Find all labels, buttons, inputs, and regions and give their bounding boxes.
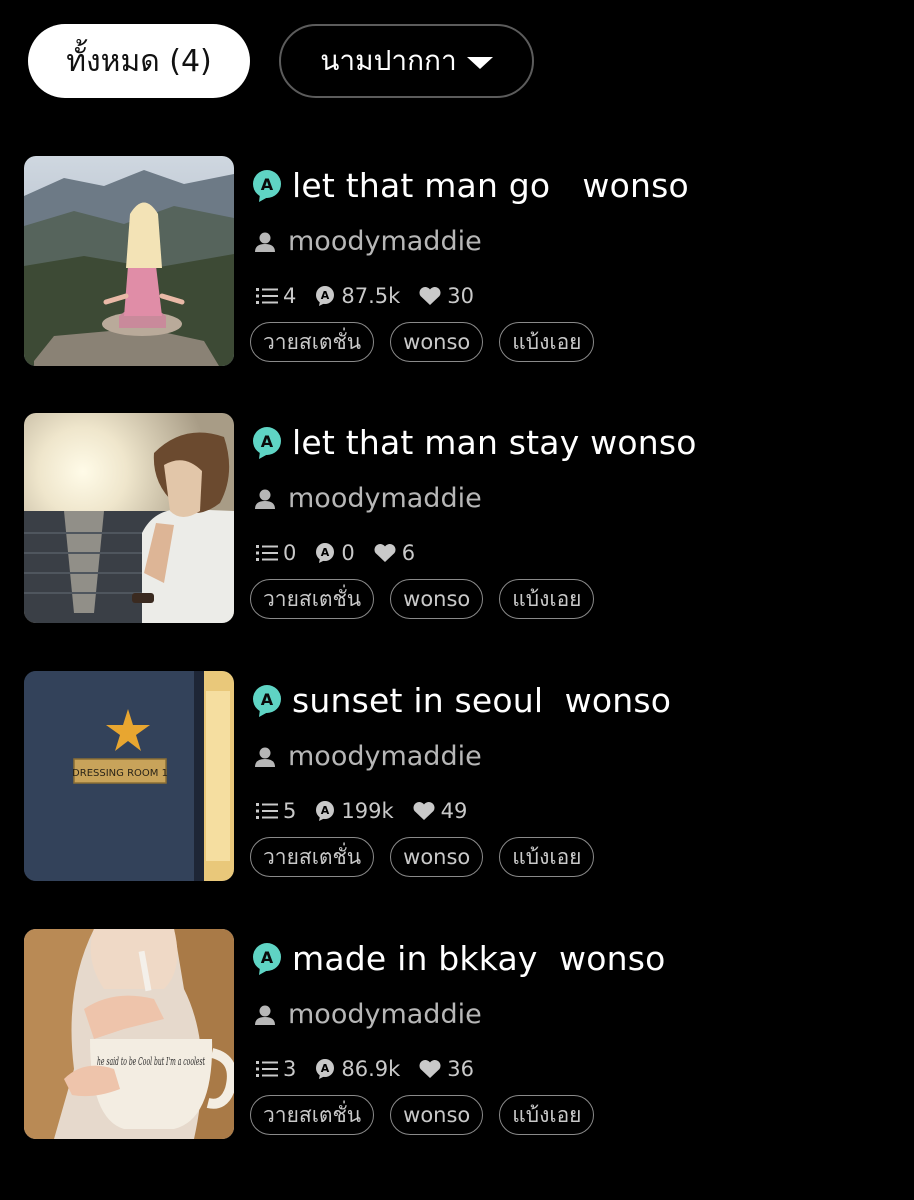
author-name: moodymaddie — [288, 483, 482, 514]
view-count: 199k — [341, 799, 394, 823]
story-info: A made in bkkay wonso moodymaddie 3 A 86… — [250, 929, 904, 1141]
chapter-count: 4 — [283, 284, 297, 308]
svg-text:A: A — [321, 546, 330, 559]
heart-icon — [413, 801, 435, 820]
tag-chip[interactable]: แบ้งเอย — [499, 579, 595, 619]
like-count: 49 — [440, 799, 468, 823]
stats-row: 0 A 0 6 — [256, 541, 427, 565]
stats-row: 5 A 199k 49 — [256, 799, 479, 823]
filter-bar: ทั้งหมด (4) นามปากกา — [28, 24, 914, 100]
person-icon — [255, 747, 275, 767]
svg-text:A: A — [261, 690, 274, 709]
svg-text:A: A — [261, 175, 274, 194]
story-info: A let that man stay wonso moodymaddie 0 — [250, 413, 904, 625]
svg-text:A: A — [321, 289, 330, 302]
author-name: moodymaddie — [288, 741, 482, 772]
list-icon — [256, 803, 278, 819]
pen-name-dropdown[interactable]: นามปากกา — [279, 24, 534, 98]
chapter-count: 0 — [283, 541, 297, 565]
tag-chip[interactable]: วายสเตชั่น — [250, 1095, 375, 1135]
story-card[interactable]: A let that man stay wonso moodymaddie 0 — [24, 413, 904, 625]
tag-chip[interactable]: วายสเตชั่น — [250, 837, 375, 877]
views-bubble-icon: A — [316, 1059, 335, 1079]
tags-row: วายสเตชั่น wonso แบ้งเอย — [250, 1095, 595, 1135]
person-icon — [255, 489, 275, 509]
tags-row: วายสเตชั่น wonso แบ้งเอย — [250, 837, 595, 877]
chapter-count: 5 — [283, 799, 297, 823]
heart-icon — [419, 286, 441, 305]
tags-row: วายสเตชั่น wonso แบ้งเอย — [250, 322, 595, 362]
author-row[interactable]: moodymaddie — [254, 483, 482, 514]
story-cover-image[interactable] — [24, 156, 234, 366]
list-icon — [256, 545, 278, 561]
view-count: 86.9k — [341, 1057, 401, 1081]
view-count: 87.5k — [341, 284, 401, 308]
stats-row: 4 A 87.5k 30 — [256, 284, 486, 308]
views-bubble-icon: A — [316, 286, 335, 306]
tag-chip[interactable]: แบ้งเอย — [499, 322, 595, 362]
story-card[interactable]: he said to be Cool but I'm a coolest A m… — [24, 929, 904, 1141]
heart-icon — [419, 1059, 441, 1078]
author-name: moodymaddie — [288, 226, 482, 257]
filter-all-chip[interactable]: ทั้งหมด (4) — [28, 24, 250, 98]
svg-text:A: A — [261, 948, 274, 967]
story-card[interactable]: DRESSING ROOM 1 A sunset in seoul wonso … — [24, 671, 904, 883]
story-cover-image[interactable] — [24, 413, 234, 623]
like-count: 36 — [447, 1057, 475, 1081]
list-icon — [256, 288, 278, 304]
story-title[interactable]: sunset in seoul wonso — [292, 681, 671, 720]
a-badge-icon: A — [250, 684, 284, 718]
tag-chip[interactable]: วายสเตชั่น — [250, 579, 375, 619]
svg-text:A: A — [321, 804, 330, 817]
story-title[interactable]: let that man go wonso — [292, 166, 689, 205]
a-badge-icon: A — [250, 942, 284, 976]
story-info: A let that man go wonso moodymaddie 4 A … — [250, 156, 904, 368]
tag-chip[interactable]: วายสเตชั่น — [250, 322, 375, 362]
like-count: 6 — [401, 541, 416, 565]
svg-text:A: A — [261, 432, 274, 451]
author-row[interactable]: moodymaddie — [254, 999, 482, 1030]
author-row[interactable]: moodymaddie — [254, 226, 482, 257]
svg-text:A: A — [321, 1062, 330, 1075]
person-icon — [255, 232, 275, 252]
a-badge-icon: A — [250, 169, 284, 203]
person-icon — [255, 1005, 275, 1025]
heart-icon — [374, 543, 396, 562]
story-cover-image[interactable]: DRESSING ROOM 1 — [24, 671, 234, 881]
views-bubble-icon: A — [316, 543, 335, 563]
cover-sign-text: DRESSING ROOM 1 — [72, 768, 168, 779]
author-row[interactable]: moodymaddie — [254, 741, 482, 772]
views-bubble-icon: A — [316, 801, 335, 821]
stats-row: 3 A 86.9k 36 — [256, 1057, 486, 1081]
list-icon — [256, 1061, 278, 1077]
story-title[interactable]: made in bkkay wonso — [292, 939, 665, 978]
story-card[interactable]: A let that man go wonso moodymaddie 4 A … — [24, 156, 904, 368]
author-name: moodymaddie — [288, 999, 482, 1030]
like-count: 30 — [447, 284, 475, 308]
tag-chip[interactable]: wonso — [390, 579, 484, 619]
view-count: 0 — [341, 541, 355, 565]
story-info: A sunset in seoul wonso moodymaddie 5 A … — [250, 671, 904, 883]
a-badge-icon: A — [250, 426, 284, 460]
tag-chip[interactable]: wonso — [390, 837, 484, 877]
tag-chip[interactable]: wonso — [390, 322, 484, 362]
story-title[interactable]: let that man stay wonso — [292, 423, 697, 462]
tag-chip[interactable]: แบ้งเอย — [499, 1095, 595, 1135]
caret-down-icon — [466, 57, 493, 69]
story-cover-image[interactable]: he said to be Cool but I'm a coolest — [24, 929, 234, 1139]
tags-row: วายสเตชั่น wonso แบ้งเอย — [250, 579, 595, 619]
tag-chip[interactable]: แบ้งเอย — [499, 837, 595, 877]
chapter-count: 3 — [283, 1057, 297, 1081]
tag-chip[interactable]: wonso — [390, 1095, 484, 1135]
pen-name-label: นามปากกา — [320, 44, 457, 77]
cover-mug-text: he said to be Cool but I'm a coolest — [97, 1055, 205, 1068]
